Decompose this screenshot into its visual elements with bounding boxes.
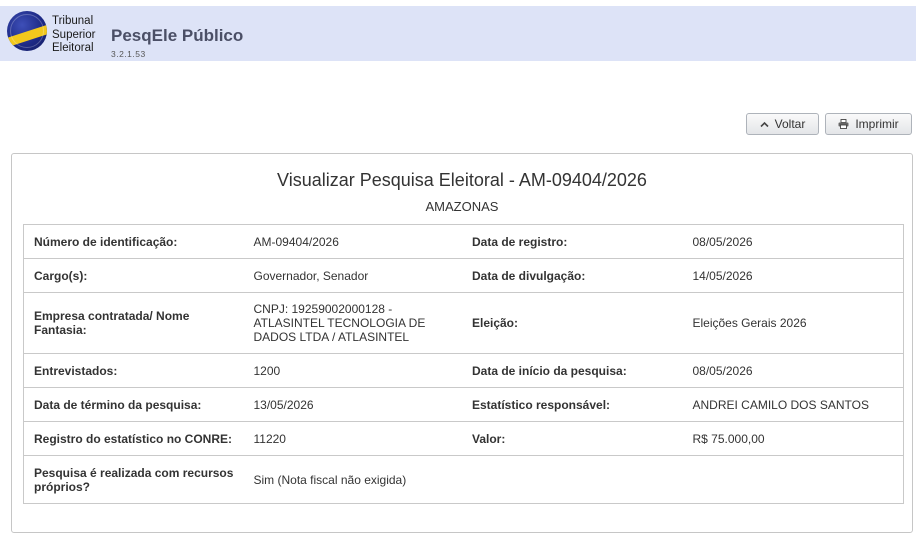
field-label: Pesquisa é realizada com recursos própri… (23, 455, 244, 504)
app-version: 3.2.1.53 (111, 49, 146, 59)
field-label: Registro do estatístico no CONRE: (23, 421, 244, 456)
field-value: 11220 (243, 421, 462, 456)
field-label: Número de identificação: (23, 224, 244, 259)
table-row: Registro do estatístico no CONRE: 11220 … (23, 421, 905, 456)
org-name: Tribunal Superior Eleitoral (52, 15, 95, 56)
field-value: 08/05/2026 (682, 353, 905, 388)
print-button[interactable]: Imprimir (825, 113, 912, 135)
field-label: Cargo(s): (23, 258, 244, 293)
state-subtitle: AMAZONAS (425, 199, 499, 214)
org-line-1: Tribunal (52, 15, 94, 27)
org-line-2: Superior (52, 28, 96, 41)
field-label: Data de divulgação: (461, 258, 683, 293)
field-value: 08/05/2026 (682, 224, 905, 259)
survey-panel: Visualizar Pesquisa Eleitoral - AM-09404… (11, 153, 913, 533)
page-title: Visualizar Pesquisa Eleitoral - AM-09404… (277, 170, 647, 190)
field-value: R$ 75.000,00 (682, 421, 905, 456)
field-value (682, 455, 905, 504)
field-value: Governador, Senador (243, 258, 462, 293)
back-button[interactable]: Voltar (746, 113, 819, 135)
table-row: Pesquisa é realizada com recursos própri… (23, 455, 905, 504)
back-button-label: Voltar (774, 117, 806, 131)
field-label: Data de início da pesquisa: (461, 353, 683, 388)
field-value: ANDREI CAMILO DOS SANTOS (682, 387, 905, 422)
field-label: Eleição: (461, 292, 683, 354)
header-bar: Tribunal Superior Eleitoral PesqEle Públ… (0, 6, 916, 61)
chevron-up-icon (760, 121, 769, 128)
org-line-3: Eleitoral (52, 42, 94, 54)
field-value: 1200 (243, 353, 462, 388)
field-label: Data de término da pesquisa: (23, 387, 244, 422)
field-value: 14/05/2026 (682, 258, 905, 293)
table-row: Data de término da pesquisa: 13/05/2026 … (23, 387, 905, 422)
survey-details-table: Número de identificação: AM-09404/2026 D… (23, 224, 905, 504)
field-value: CNPJ: 19259002000128 - ATLASINTEL TECNOL… (243, 292, 462, 354)
table-row: Cargo(s): Governador, Senador Data de di… (23, 258, 905, 293)
field-label: Data de registro: (461, 224, 683, 259)
field-label (461, 455, 683, 504)
tse-logo (7, 11, 47, 51)
field-value: Eleições Gerais 2026 (682, 292, 905, 354)
field-label: Empresa contratada/ Nome Fantasia: (23, 292, 244, 354)
field-label: Estatístico responsável: (461, 387, 683, 422)
field-label: Entrevistados: (23, 353, 244, 388)
app-title: PesqEle Público (111, 26, 244, 45)
table-row: Entrevistados: 1200 Data de início da pe… (23, 353, 905, 388)
printer-icon (838, 119, 849, 129)
field-label: Valor: (461, 421, 683, 456)
field-value: 13/05/2026 (243, 387, 462, 422)
field-value: Sim (Nota fiscal não exigida) (243, 455, 462, 504)
table-row: Número de identificação: AM-09404/2026 D… (23, 224, 905, 259)
table-row: Empresa contratada/ Nome Fantasia: CNPJ:… (23, 292, 905, 354)
field-value: AM-09404/2026 (243, 224, 462, 259)
print-button-label: Imprimir (855, 117, 899, 131)
